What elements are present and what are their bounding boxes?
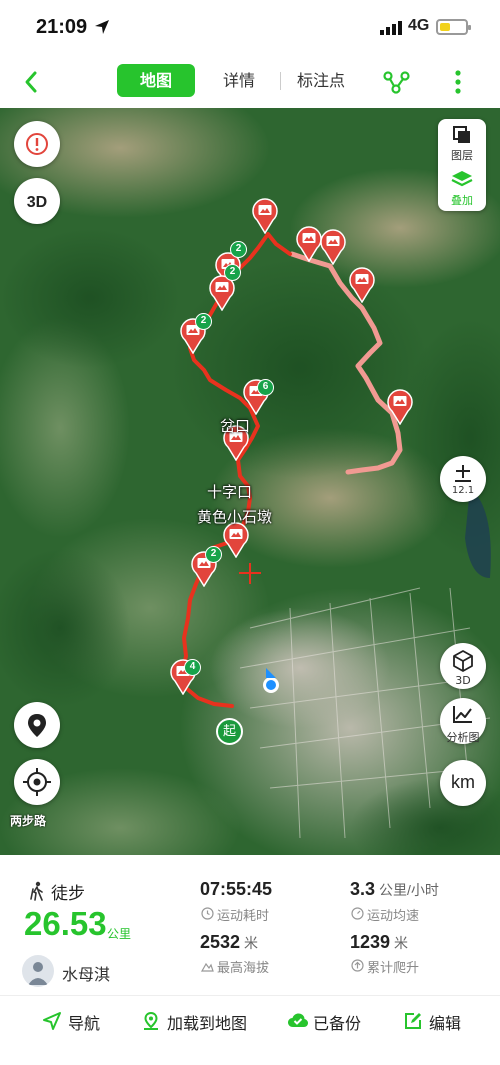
- locate-button[interactable]: [14, 759, 60, 805]
- back-icon[interactable]: [18, 68, 46, 96]
- photo-count-badge: 2: [205, 546, 222, 563]
- locate-crosshair-icon: [23, 768, 51, 796]
- label-fork: 岔口: [220, 417, 251, 435]
- scale-button[interactable]: 12.1: [440, 456, 486, 502]
- photo-count-badge: 2: [224, 264, 241, 281]
- alert-icon: [26, 133, 48, 155]
- top-nav: 地图 详情 标注点: [0, 56, 500, 108]
- backed-up-button[interactable]: 已备份: [287, 996, 377, 1046]
- more-vertical-icon[interactable]: [448, 68, 468, 96]
- clock-icon: [201, 907, 214, 920]
- avatar[interactable]: [22, 955, 54, 987]
- avg-speed-value: 3.3 公里/小时: [350, 879, 439, 899]
- photo-count-badge: 2: [230, 241, 247, 258]
- photo-count-badge: 6: [257, 379, 274, 396]
- photo-pin[interactable]: [223, 522, 249, 559]
- avg-speed-label: 运动均速: [367, 909, 420, 924]
- label-crossroad: 十字口: [207, 483, 253, 501]
- footprint-pin-icon: [28, 714, 46, 737]
- edit-icon: [405, 1013, 421, 1029]
- edit-label: 编辑: [429, 1014, 462, 1033]
- navigate-label: 导航: [68, 1014, 101, 1033]
- svg-text:3D: 3D: [27, 194, 47, 211]
- distance-unit: 公里: [107, 927, 132, 941]
- user-name[interactable]: 水母淇: [62, 961, 110, 985]
- sport-type: 徒步: [51, 884, 85, 904]
- speed-icon: [351, 907, 364, 920]
- unit-toggle-button[interactable]: km: [440, 760, 486, 806]
- photo-pin[interactable]: [296, 226, 322, 263]
- photo-pin[interactable]: [387, 389, 413, 426]
- load-to-map-button[interactable]: 加载到地图: [141, 996, 261, 1046]
- tab-divider: [280, 72, 281, 90]
- layers-icon[interactable]: [452, 125, 472, 145]
- alert-button[interactable]: [14, 121, 60, 167]
- total-climb-value: 1239 米: [350, 932, 409, 952]
- overlay-label[interactable]: 叠加: [438, 192, 486, 208]
- status-bar: 21:09 4G: [0, 0, 500, 56]
- navigate-arrow-icon: [43, 1012, 61, 1030]
- layers-label[interactable]: 图层: [438, 147, 486, 163]
- analysis-button[interactable]: 分析图: [440, 698, 486, 744]
- hiking-icon: [30, 881, 43, 901]
- stats-panel: 徒步 26.53 公里 水母淇 07:55:45 运动耗时 3.3 公里/小时 运…: [0, 855, 500, 995]
- unit-label: km: [451, 772, 475, 792]
- max-altitude-value: 2532 米: [200, 932, 259, 952]
- bottom-action-bar: 导航 加载到地图 已备份 编辑: [0, 995, 500, 1065]
- map-view[interactable]: 2 2 2 6 2 4 起 岔口 十字口 黄色小石墩 3D 两步路 图层 叠加 12.1 …: [0, 108, 500, 855]
- brand-logo: 两步路: [10, 814, 47, 828]
- photo-count-badge: 2: [195, 313, 212, 330]
- photo-pin[interactable]: [349, 267, 375, 304]
- layer-panel: 图层 叠加: [438, 119, 486, 211]
- duration-label: 运动耗时: [217, 909, 270, 924]
- photo-pin[interactable]: [252, 198, 278, 235]
- analysis-label: 分析图: [446, 731, 480, 744]
- backed-up-label: 已备份: [313, 1014, 362, 1033]
- climb-icon: [351, 959, 364, 972]
- footprint-button[interactable]: [14, 702, 60, 748]
- 3d-view-button[interactable]: 3D: [14, 178, 60, 224]
- tab-map[interactable]: 地图: [117, 64, 195, 97]
- distance-value: 26.53: [24, 905, 107, 942]
- signal-icon: [380, 21, 402, 35]
- tab-detail[interactable]: 详情: [210, 64, 268, 97]
- load-to-map-label: 加载到地图: [167, 1014, 248, 1033]
- 3d-cube-icon: 3D: [27, 194, 47, 211]
- 3d-model-button[interactable]: 3D: [440, 643, 486, 689]
- battery-level: [440, 23, 450, 31]
- scale-value: 12.1: [451, 485, 475, 496]
- tab-poi[interactable]: 标注点: [288, 64, 354, 97]
- 3d-model-label: 3D: [455, 674, 471, 687]
- label-stone-pier: 黄色小石墩: [197, 508, 273, 526]
- share-node-icon[interactable]: [382, 68, 410, 96]
- map-pin-icon: [144, 1011, 158, 1030]
- photo-pin[interactable]: [320, 229, 346, 266]
- duration-value: 07:55:45: [200, 879, 273, 899]
- network-type: 4G: [408, 17, 430, 34]
- photo-count-badge: 4: [184, 659, 201, 676]
- status-time: 21:09: [36, 16, 88, 38]
- cloud-check-icon: [288, 1013, 308, 1027]
- total-climb-label: 累计爬升: [367, 961, 420, 976]
- edit-button[interactable]: 编辑: [403, 996, 483, 1046]
- navigate-button[interactable]: 导航: [42, 996, 132, 1046]
- max-altitude-label: 最高海拔: [217, 961, 270, 976]
- start-marker[interactable]: 起: [216, 718, 243, 745]
- location-arrow-icon: [95, 20, 109, 34]
- battery-icon: [436, 19, 471, 35]
- overlay-stack-icon[interactable]: [451, 169, 473, 189]
- mountain-icon: [201, 962, 214, 972]
